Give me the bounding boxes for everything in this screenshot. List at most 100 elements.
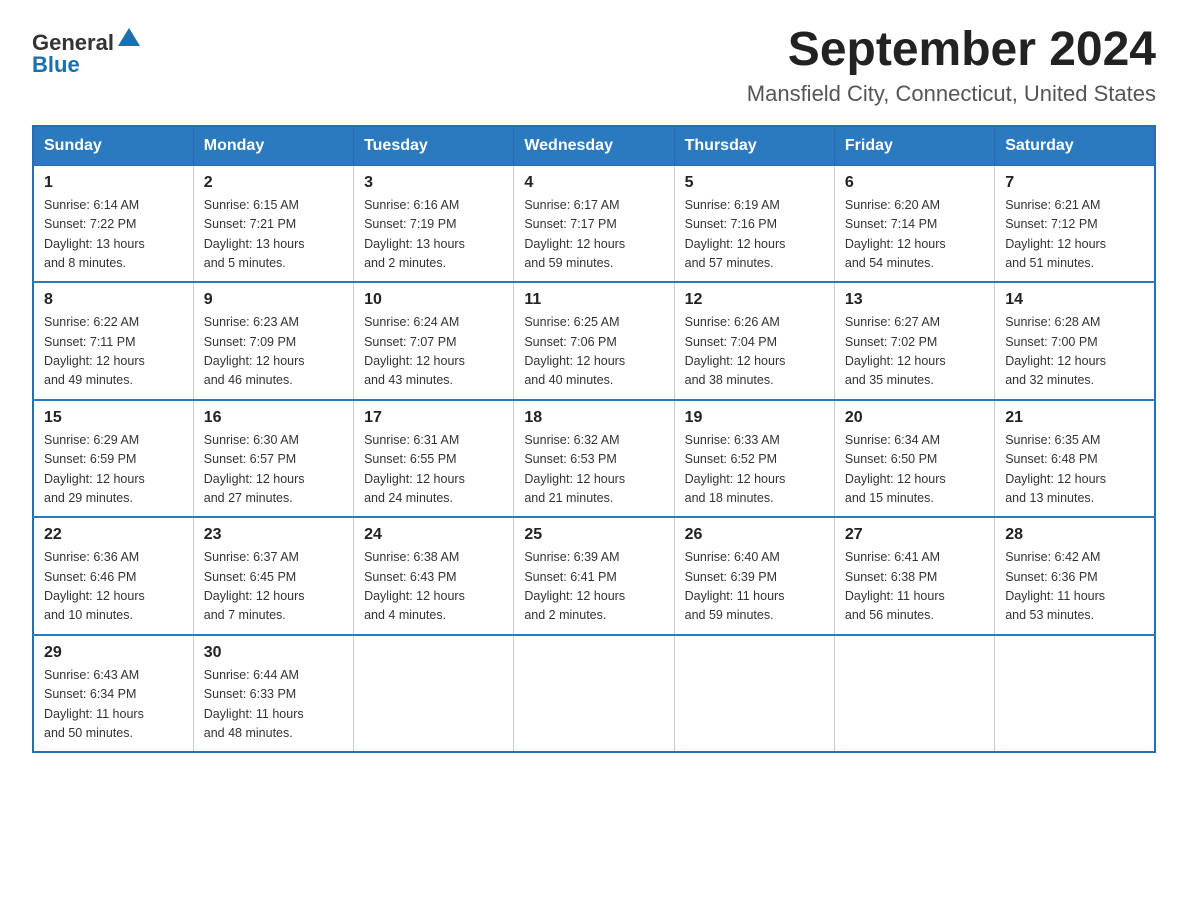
day-number: 3 bbox=[364, 174, 503, 192]
day-number: 27 bbox=[845, 526, 984, 544]
day-number: 10 bbox=[364, 291, 503, 309]
table-row: 28 Sunrise: 6:42 AMSunset: 6:36 PMDayligh… bbox=[995, 517, 1155, 635]
table-row: 2Sunrise: 6:15 AMSunset: 7:21 PMDaylight… bbox=[193, 165, 353, 282]
logo-general: General bbox=[32, 30, 114, 55]
table-row: 3 Sunrise: 6:16 AMSunset: 7:19 PMDaylight… bbox=[354, 165, 514, 282]
table-row: 17 Sunrise: 6:31 AMSunset: 6:55 PMDayligh… bbox=[354, 400, 514, 518]
table-row: 9 Sunrise: 6:23 AMSunset: 7:09 PMDaylight… bbox=[193, 282, 353, 400]
day-info: Sunrise: 6:36 AMSunset: 6:46 PMDaylight:… bbox=[44, 548, 183, 626]
day-info: Sunrise: 6:40 AMSunset: 6:39 PMDaylight:… bbox=[685, 548, 824, 626]
col-wednesday: Wednesday bbox=[514, 126, 674, 166]
day-number: 19 bbox=[685, 409, 824, 427]
day-info: Sunrise: 6:31 AMSunset: 6:55 PMDaylight:… bbox=[364, 431, 503, 509]
table-row bbox=[834, 635, 994, 753]
calendar-week-row: 29 Sunrise: 6:43 AMSunset: 6:34 PMDayligh… bbox=[33, 635, 1155, 753]
day-number: 14 bbox=[1005, 291, 1144, 309]
table-row: 10 Sunrise: 6:24 AMSunset: 7:07 PMDayligh… bbox=[354, 282, 514, 400]
day-info: Sunrise: 6:20 AMSunset: 7:14 PMDaylight:… bbox=[845, 196, 984, 274]
calendar-week-row: 15 Sunrise: 6:29 AMSunset: 6:59 PMDayligh… bbox=[33, 400, 1155, 518]
table-row: 26 Sunrise: 6:40 AMSunset: 6:39 PMDayligh… bbox=[674, 517, 834, 635]
table-row: 23 Sunrise: 6:37 AMSunset: 6:45 PMDayligh… bbox=[193, 517, 353, 635]
day-number: 29 bbox=[44, 644, 183, 662]
day-number: 21 bbox=[1005, 409, 1144, 427]
day-info: Sunrise: 6:19 AMSunset: 7:16 PMDaylight:… bbox=[685, 196, 824, 274]
day-number: 4 bbox=[524, 174, 663, 192]
table-row: 11 Sunrise: 6:25 AMSunset: 7:06 PMDayligh… bbox=[514, 282, 674, 400]
day-info: Sunrise: 6:32 AMSunset: 6:53 PMDaylight:… bbox=[524, 431, 663, 509]
day-info: Sunrise: 6:26 AMSunset: 7:04 PMDaylight:… bbox=[685, 313, 824, 391]
table-row: 14 Sunrise: 6:28 AMSunset: 7:00 PMDayligh… bbox=[995, 282, 1155, 400]
day-info: Sunrise: 6:34 AMSunset: 6:50 PMDaylight:… bbox=[845, 431, 984, 509]
day-number: 9 bbox=[204, 291, 343, 309]
table-row: 30 Sunrise: 6:44 AMSunset: 6:33 PMDayligh… bbox=[193, 635, 353, 753]
day-info: Sunrise: 6:15 AMSunset: 7:21 PMDaylight:… bbox=[204, 196, 343, 274]
day-number: 28 bbox=[1005, 526, 1144, 544]
day-info: Sunrise: 6:14 AMSunset: 7:22 PMDaylight:… bbox=[44, 196, 183, 274]
table-row: 19 Sunrise: 6:33 AMSunset: 6:52 PMDayligh… bbox=[674, 400, 834, 518]
day-number: 17 bbox=[364, 409, 503, 427]
day-info: Sunrise: 6:16 AMSunset: 7:19 PMDaylight:… bbox=[364, 196, 503, 274]
day-info: Sunrise: 6:23 AMSunset: 7:09 PMDaylight:… bbox=[204, 313, 343, 391]
day-info: Sunrise: 6:24 AMSunset: 7:07 PMDaylight:… bbox=[364, 313, 503, 391]
day-number: 24 bbox=[364, 526, 503, 544]
day-number: 15 bbox=[44, 409, 183, 427]
table-row: 20 Sunrise: 6:34 AMSunset: 6:50 PMDayligh… bbox=[834, 400, 994, 518]
logo-triangle bbox=[116, 24, 142, 56]
table-row bbox=[674, 635, 834, 753]
day-info: Sunrise: 6:44 AMSunset: 6:33 PMDaylight:… bbox=[204, 666, 343, 744]
day-info: Sunrise: 6:29 AMSunset: 6:59 PMDaylight:… bbox=[44, 431, 183, 509]
table-row: 21 Sunrise: 6:35 AMSunset: 6:48 PMDayligh… bbox=[995, 400, 1155, 518]
day-number: 30 bbox=[204, 644, 343, 662]
table-row: 27 Sunrise: 6:41 AMSunset: 6:38 PMDayligh… bbox=[834, 517, 994, 635]
day-info: Sunrise: 6:21 AMSunset: 7:12 PMDaylight:… bbox=[1005, 196, 1144, 274]
day-info: Sunrise: 6:41 AMSunset: 6:38 PMDaylight:… bbox=[845, 548, 984, 626]
day-info: Sunrise: 6:37 AMSunset: 6:45 PMDaylight:… bbox=[204, 548, 343, 626]
table-row: 13Sunrise: 6:27 AMSunset: 7:02 PMDayligh… bbox=[834, 282, 994, 400]
day-info: Sunrise: 6:43 AMSunset: 6:34 PMDaylight:… bbox=[44, 666, 183, 744]
calendar-header-row: Sunday Monday Tuesday Wednesday Thursday… bbox=[33, 126, 1155, 166]
calendar-week-row: 1Sunrise: 6:14 AMSunset: 7:22 PMDaylight… bbox=[33, 165, 1155, 282]
day-info: Sunrise: 6:25 AMSunset: 7:06 PMDaylight:… bbox=[524, 313, 663, 391]
table-row: 1Sunrise: 6:14 AMSunset: 7:22 PMDaylight… bbox=[33, 165, 193, 282]
day-info: Sunrise: 6:28 AMSunset: 7:00 PMDaylight:… bbox=[1005, 313, 1144, 391]
table-row bbox=[514, 635, 674, 753]
day-number: 5 bbox=[685, 174, 824, 192]
col-saturday: Saturday bbox=[995, 126, 1155, 166]
table-row: 16Sunrise: 6:30 AMSunset: 6:57 PMDayligh… bbox=[193, 400, 353, 518]
day-info: Sunrise: 6:39 AMSunset: 6:41 PMDaylight:… bbox=[524, 548, 663, 626]
day-info: Sunrise: 6:42 AMSunset: 6:36 PMDaylight:… bbox=[1005, 548, 1144, 626]
logo-text: General Blue bbox=[32, 24, 142, 78]
table-row: 22Sunrise: 6:36 AMSunset: 6:46 PMDayligh… bbox=[33, 517, 193, 635]
table-row bbox=[995, 635, 1155, 753]
col-friday: Friday bbox=[834, 126, 994, 166]
col-sunday: Sunday bbox=[33, 126, 193, 166]
day-info: Sunrise: 6:38 AMSunset: 6:43 PMDaylight:… bbox=[364, 548, 503, 626]
day-number: 12 bbox=[685, 291, 824, 309]
day-info: Sunrise: 6:27 AMSunset: 7:02 PMDaylight:… bbox=[845, 313, 984, 391]
col-monday: Monday bbox=[193, 126, 353, 166]
table-row bbox=[354, 635, 514, 753]
table-row: 6 Sunrise: 6:20 AMSunset: 7:14 PMDaylight… bbox=[834, 165, 994, 282]
day-info: Sunrise: 6:30 AMSunset: 6:57 PMDaylight:… bbox=[204, 431, 343, 509]
page-title: September 2024 bbox=[747, 24, 1156, 77]
calendar-week-row: 8Sunrise: 6:22 AMSunset: 7:11 PMDaylight… bbox=[33, 282, 1155, 400]
day-number: 20 bbox=[845, 409, 984, 427]
day-number: 6 bbox=[845, 174, 984, 192]
day-number: 25 bbox=[524, 526, 663, 544]
day-number: 11 bbox=[524, 291, 663, 309]
day-number: 26 bbox=[685, 526, 824, 544]
page-subtitle: Mansfield City, Connecticut, United Stat… bbox=[747, 81, 1156, 107]
table-row: 24 Sunrise: 6:38 AMSunset: 6:43 PMDayligh… bbox=[354, 517, 514, 635]
calendar-table: Sunday Monday Tuesday Wednesday Thursday… bbox=[32, 125, 1156, 754]
day-number: 23 bbox=[204, 526, 343, 544]
col-tuesday: Tuesday bbox=[354, 126, 514, 166]
title-area: September 2024 Mansfield City, Connectic… bbox=[747, 24, 1156, 107]
day-info: Sunrise: 6:33 AMSunset: 6:52 PMDaylight:… bbox=[685, 431, 824, 509]
day-number: 8 bbox=[44, 291, 183, 309]
table-row: 29 Sunrise: 6:43 AMSunset: 6:34 PMDayligh… bbox=[33, 635, 193, 753]
day-number: 18 bbox=[524, 409, 663, 427]
table-row: 4Sunrise: 6:17 AMSunset: 7:17 PMDaylight… bbox=[514, 165, 674, 282]
calendar-week-row: 22Sunrise: 6:36 AMSunset: 6:46 PMDayligh… bbox=[33, 517, 1155, 635]
col-thursday: Thursday bbox=[674, 126, 834, 166]
day-info: Sunrise: 6:35 AMSunset: 6:48 PMDaylight:… bbox=[1005, 431, 1144, 509]
